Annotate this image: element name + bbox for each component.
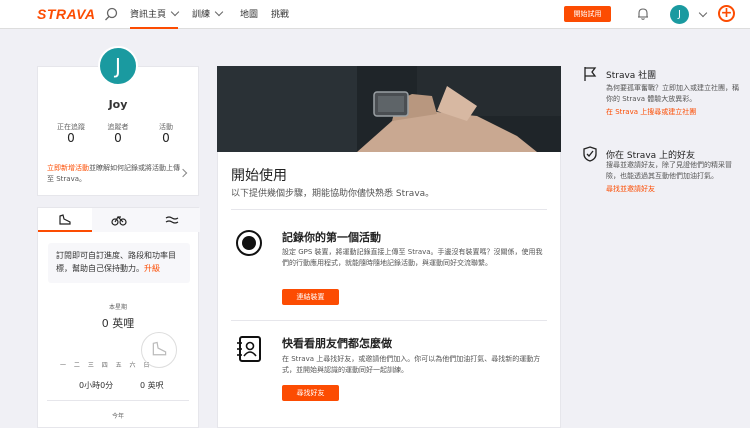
goals-upsell: 訂閱即可自訂進度、路段和功率目標，幫助自己保持動力。升級 xyxy=(48,243,190,283)
step-friends-desc: 在 Strava 上尋找好友，或邀請他們加入。你可以為他們加油打氣、尋找新的運動… xyxy=(282,355,541,374)
strava-logo[interactable]: STRAVA xyxy=(37,6,95,22)
profile-name[interactable]: Joy xyxy=(37,98,199,111)
bell-icon[interactable] xyxy=(636,7,650,21)
chevron-down-icon xyxy=(214,7,224,17)
getting-started-title: 開始使用 xyxy=(231,168,287,184)
stat-followers-value[interactable]: 0 xyxy=(98,131,138,145)
week-time: 0小時0分 xyxy=(79,381,114,390)
week-label: 本星期 xyxy=(108,304,127,311)
step-record-desc: 設定 GPS 裝置，將運動記錄直接上傳至 Strava。手邊沒有裝置嗎？沒關係，… xyxy=(282,248,543,267)
divider xyxy=(47,400,189,401)
clubs-desc: 為何要孤軍奮戰？立即加入或建立社團，稱你的 Strava 體驗大放異彩。 xyxy=(606,84,739,103)
add-activity-link[interactable]: 立即新增活動 xyxy=(47,164,89,172)
friends-link[interactable]: 尋找並邀請好友 xyxy=(606,184,655,194)
bike-icon xyxy=(111,216,127,226)
profile-avatar[interactable]: J xyxy=(98,46,138,86)
year-label: 今年 xyxy=(111,413,124,420)
shoe-icon xyxy=(141,332,177,368)
add-activity-promo[interactable]: 立即新增活動並瞭解如何記錄或將活動上傳至 Strava。 xyxy=(47,163,182,185)
swim-icon xyxy=(165,216,179,224)
nav-challenges[interactable]: 挑戰 xyxy=(271,7,289,20)
add-button[interactable]: + xyxy=(718,5,735,22)
clubs-title: Strava 社團 xyxy=(606,71,657,81)
record-icon xyxy=(236,230,262,256)
search-icon[interactable] xyxy=(104,7,118,21)
clubs-link[interactable]: 在 Strava 上搜尋或建立社團 xyxy=(606,107,696,117)
flag-icon xyxy=(584,67,597,81)
hero-image xyxy=(217,66,561,152)
nav-dashboard[interactable]: 資訊主頁 xyxy=(130,7,180,29)
contact-book-icon xyxy=(237,336,261,362)
divider xyxy=(231,209,547,210)
connect-device-button[interactable]: 連結裝置 xyxy=(282,289,339,305)
find-friends-button[interactable]: 尋找好友 xyxy=(282,385,339,401)
stat-following-value[interactable]: 0 xyxy=(51,131,91,145)
nav-maps[interactable]: 地圖 xyxy=(240,7,258,20)
getting-started-subtitle: 以下提供幾個步驟，期能協助你儘快熟悉 Strava。 xyxy=(231,189,435,199)
week-elevation: 0 英呎 xyxy=(140,381,164,390)
step-record-title: 記錄你的第一個活動 xyxy=(282,231,381,244)
tab-swim[interactable] xyxy=(146,208,200,232)
week-days: 一 二 三 四 五 六 日 xyxy=(60,362,153,369)
stat-activities-value[interactable]: 0 xyxy=(146,131,186,145)
start-trial-button[interactable]: 開始試用 xyxy=(564,6,611,22)
nav-training[interactable]: 訓練 xyxy=(192,7,224,20)
shoe-icon xyxy=(59,214,71,225)
top-navbar: STRAVA 資訊主頁 訓練 地圖 挑戰 開始試用 J + xyxy=(0,0,750,29)
tab-run[interactable] xyxy=(38,208,92,232)
week-distance: 0 英哩 xyxy=(101,317,135,330)
friends-desc: 搜尋並邀請好友，除了見證他們的精采冒險，也能透過其互動他們加油打氣。 xyxy=(606,161,732,180)
user-avatar[interactable]: J xyxy=(670,5,689,24)
chevron-down-icon[interactable] xyxy=(698,8,708,18)
step-friends-title: 快看看朋友們都怎麼做 xyxy=(282,337,392,350)
tab-ride[interactable] xyxy=(92,208,146,232)
chevron-down-icon xyxy=(170,7,180,17)
upgrade-link[interactable]: 升級 xyxy=(144,264,160,273)
sport-tabs xyxy=(37,207,200,232)
divider xyxy=(231,320,547,321)
shield-check-icon xyxy=(583,146,597,162)
